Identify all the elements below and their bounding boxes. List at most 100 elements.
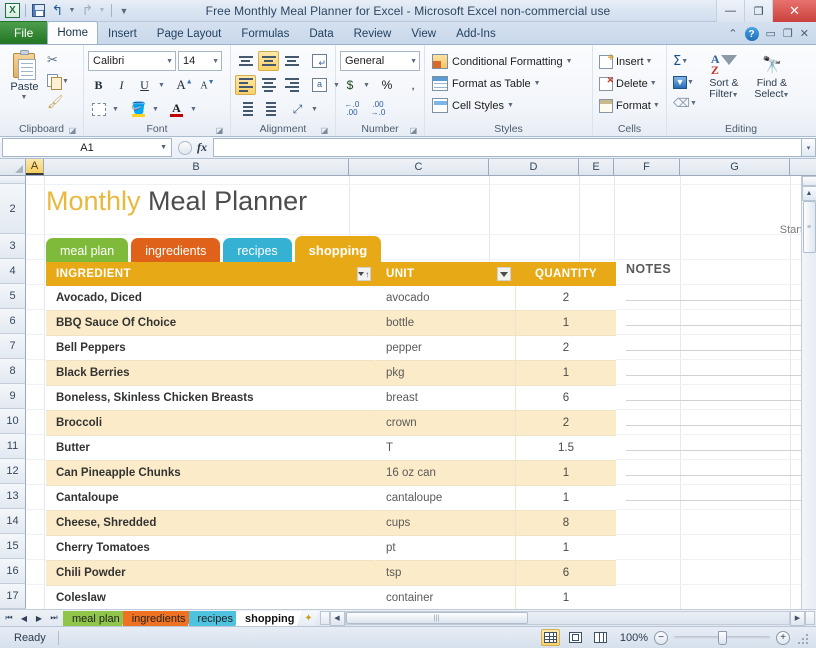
table-row[interactable]: Broccoli crown 2: [46, 411, 616, 436]
note-row[interactable]: [626, 401, 816, 426]
cell-ingredient[interactable]: Avocado, Diced: [46, 286, 376, 311]
undo-icon[interactable]: ↰: [49, 2, 66, 19]
table-row[interactable]: Bell Peppers pepper 2: [46, 336, 616, 361]
font-size-combo[interactable]: 14 ▼: [178, 51, 222, 71]
column-header-B[interactable]: B: [44, 159, 349, 175]
row-header-11[interactable]: 11: [0, 434, 26, 459]
note-row[interactable]: [626, 451, 816, 476]
ribbon-tab-home[interactable]: Home: [47, 21, 99, 44]
cell-styles-button[interactable]: Cell Styles ▼: [429, 95, 576, 116]
align-right-button[interactable]: [281, 75, 302, 95]
vertical-scroll-thumb[interactable]: ≡: [802, 201, 816, 253]
fill-color-dropdown-icon[interactable]: ▼: [151, 106, 160, 113]
table-row[interactable]: Black Berries pkg 1: [46, 361, 616, 386]
increase-indent-button[interactable]: [258, 99, 279, 119]
borders-button[interactable]: [88, 99, 109, 119]
cell-unit[interactable]: container: [376, 586, 516, 609]
cell-ingredient[interactable]: Cherry Tomatoes: [46, 536, 376, 561]
column-header-D[interactable]: D: [489, 159, 579, 175]
filter-icon-unit[interactable]: [497, 267, 511, 281]
cell-quantity[interactable]: 1: [516, 461, 616, 486]
cell-ingredient[interactable]: BBQ Sauce Of Choice: [46, 311, 376, 336]
cell-unit[interactable]: cantaloupe: [376, 486, 516, 511]
cell-ingredient[interactable]: Bell Peppers: [46, 336, 376, 361]
underline-dropdown-icon[interactable]: ▼: [157, 82, 166, 89]
page-layout-view-button[interactable]: [566, 629, 585, 646]
wrap-text-button[interactable]: [309, 51, 330, 71]
row-header-7[interactable]: 7: [0, 334, 26, 359]
zoom-out-button[interactable]: −: [654, 630, 668, 645]
sort-filter-icon-ingredient[interactable]: ↑: [357, 267, 371, 281]
prev-sheet-button[interactable]: ◀: [17, 611, 31, 626]
next-sheet-button[interactable]: ▶: [32, 611, 46, 626]
first-sheet-button[interactable]: ⏮: [2, 611, 16, 626]
name-box[interactable]: A1 ▼: [2, 138, 172, 157]
note-row[interactable]: [626, 326, 816, 351]
cell-quantity[interactable]: 6: [516, 561, 616, 586]
cell-ingredient[interactable]: Cantaloupe: [46, 486, 376, 511]
save-icon[interactable]: [30, 2, 47, 19]
row-header-13[interactable]: 13: [0, 484, 26, 509]
scroll-right-arrow[interactable]: ▶: [790, 610, 805, 626]
column-header-C[interactable]: C: [349, 159, 489, 175]
doc-minimize-icon[interactable]: ▭: [766, 28, 776, 40]
decrease-decimal-button[interactable]: .00 →.0: [366, 99, 390, 119]
clipboard-dialog-launcher[interactable]: ◪: [68, 126, 77, 135]
scroll-up-arrow[interactable]: ▲: [801, 186, 816, 201]
insert-cells-button[interactable]: Insert ▼: [597, 51, 662, 72]
cell-ingredient[interactable]: Butter: [46, 436, 376, 461]
currency-button[interactable]: $: [340, 75, 360, 95]
cell-quantity[interactable]: 8: [516, 511, 616, 536]
cell-quantity[interactable]: 1: [516, 536, 616, 561]
orientation-dropdown-icon[interactable]: ▼: [310, 106, 319, 113]
row-header-8[interactable]: 8: [0, 359, 26, 384]
table-row[interactable]: Can Pineapple Chunks 16 oz can 1: [46, 461, 616, 486]
column-header-A[interactable]: A: [26, 159, 44, 175]
fill-button[interactable]: ▼ ▼: [671, 72, 699, 92]
zoom-level[interactable]: 100%: [616, 632, 648, 644]
align-center-button[interactable]: [258, 75, 279, 95]
cell-unit[interactable]: crown: [376, 411, 516, 436]
underline-button[interactable]: U: [134, 75, 155, 95]
row-header-16[interactable]: 16: [0, 559, 26, 584]
cell-quantity[interactable]: 1: [516, 486, 616, 511]
zoom-in-button[interactable]: +: [776, 630, 790, 645]
nav-tab-ingredients[interactable]: ingredients: [131, 238, 221, 264]
bold-button[interactable]: B: [88, 75, 109, 95]
help-icon[interactable]: ?: [744, 27, 759, 41]
autosum-button[interactable]: Σ ▼: [671, 51, 699, 71]
align-top-button[interactable]: [235, 51, 256, 71]
page-break-view-button[interactable]: [591, 629, 610, 646]
row-header-15[interactable]: 15: [0, 534, 26, 559]
table-row[interactable]: Butter T 1.5: [46, 436, 616, 461]
row-header-9[interactable]: 9: [0, 384, 26, 409]
cell-unit[interactable]: pkg: [376, 361, 516, 386]
table-row[interactable]: Coleslaw container 1: [46, 586, 616, 609]
resize-grip[interactable]: [796, 632, 808, 644]
sheet-tab-recipes[interactable]: recipes: [189, 611, 241, 627]
column-header-F[interactable]: F: [614, 159, 680, 175]
redo-icon[interactable]: ↱: [79, 2, 96, 19]
zoom-slider-thumb[interactable]: [718, 630, 727, 645]
format-painter-button[interactable]: 🖌: [45, 92, 79, 112]
sheet-tab-ingredients[interactable]: ingredients: [123, 611, 194, 627]
name-box-dropdown-icon[interactable]: ▼: [160, 144, 167, 151]
ribbon-tab-insert[interactable]: Insert: [98, 23, 147, 44]
row-header-hidden[interactable]: [0, 176, 26, 184]
row-header-6[interactable]: 6: [0, 309, 26, 334]
minimize-button[interactable]: —: [716, 0, 744, 22]
cell-ingredient[interactable]: Boneless, Skinless Chicken Breasts: [46, 386, 376, 411]
decrease-indent-button[interactable]: [235, 99, 256, 119]
doc-restore-icon[interactable]: ❐: [783, 28, 793, 40]
column-header-unit[interactable]: UNIT: [376, 262, 516, 286]
notes-lines[interactable]: [626, 276, 816, 501]
ribbon-tab-view[interactable]: View: [401, 23, 446, 44]
alignment-dialog-launcher[interactable]: ◪: [320, 126, 329, 135]
column-header-E[interactable]: E: [579, 159, 614, 175]
increase-decimal-button[interactable]: ←.0.00: [340, 99, 364, 119]
cell-quantity[interactable]: 2: [516, 411, 616, 436]
horizontal-scroll-thumb[interactable]: |||: [345, 612, 528, 624]
collapse-ribbon-icon[interactable]: ⌃: [728, 28, 737, 40]
note-row[interactable]: [626, 376, 816, 401]
delete-cells-button[interactable]: Delete ▼: [597, 73, 662, 94]
